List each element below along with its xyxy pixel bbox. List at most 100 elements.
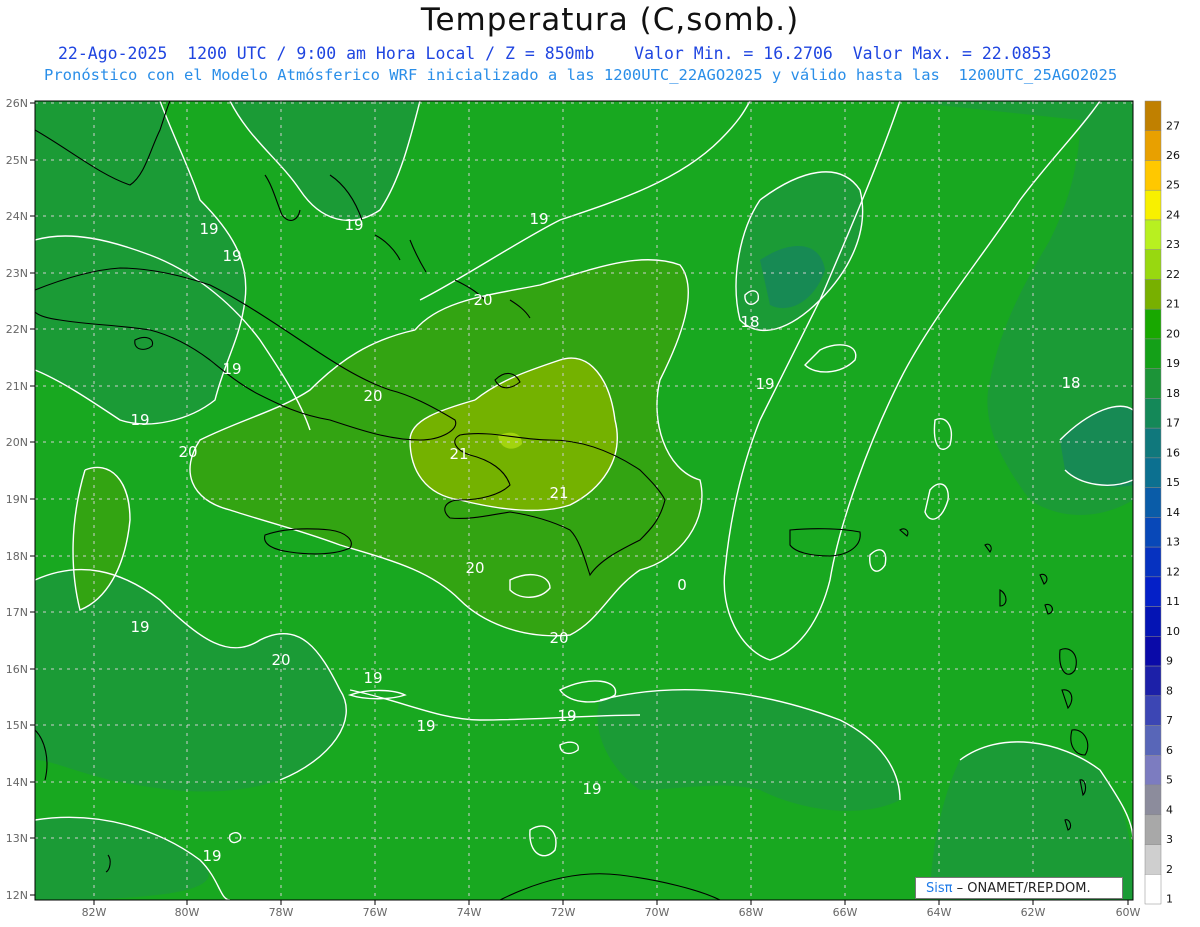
colorbar-label: 27 xyxy=(1166,119,1180,132)
colorbar-swatch xyxy=(1144,784,1162,816)
colorbar-swatch xyxy=(1144,576,1162,607)
lat-label: 25N xyxy=(6,154,28,167)
colorbar-label: 21 xyxy=(1166,298,1180,311)
svg-text:19: 19 xyxy=(222,247,241,265)
colorbar-swatch xyxy=(1144,160,1162,191)
colorbar-swatch xyxy=(1144,517,1162,548)
lat-label: 24N xyxy=(6,210,28,223)
svg-text:18: 18 xyxy=(1061,374,1080,392)
colorbar-label: 13 xyxy=(1166,536,1180,549)
svg-text:19: 19 xyxy=(582,780,601,798)
colorbar-swatch xyxy=(1144,874,1162,905)
svg-text:19: 19 xyxy=(529,210,548,228)
lon-label: 82W xyxy=(82,906,107,919)
lat-label: 17N xyxy=(6,606,28,619)
colorbar-label: 20 xyxy=(1166,327,1180,340)
colorbar-swatch xyxy=(1144,308,1162,340)
colorbar-swatch xyxy=(1144,398,1162,429)
colorbar-swatch xyxy=(1144,665,1162,697)
lat-label: 16N xyxy=(6,663,28,676)
svg-text:18: 18 xyxy=(740,313,759,331)
colorbar-swatch xyxy=(1144,487,1162,518)
lon-label: 76W xyxy=(363,906,388,919)
colorbar-swatch xyxy=(1144,606,1162,637)
lat-label: 20N xyxy=(6,436,28,449)
colorbar-swatch xyxy=(1144,546,1162,578)
lon-label: 72W xyxy=(551,906,576,919)
lon-label: 78W xyxy=(269,906,294,919)
colorbar-swatch xyxy=(1144,130,1162,161)
colorbar-label: 10 xyxy=(1166,625,1180,638)
colorbar-label: 1 xyxy=(1166,893,1173,906)
colorbar-label: 2 xyxy=(1166,863,1173,876)
colorbar-swatch xyxy=(1144,368,1162,399)
svg-text:20: 20 xyxy=(549,629,568,647)
colorbar-label: 14 xyxy=(1166,506,1180,519)
lon-label: 74W xyxy=(457,906,482,919)
lon-label: 62W xyxy=(1021,906,1046,919)
lon-label: 70W xyxy=(645,906,670,919)
colorbar-label: 18 xyxy=(1166,387,1180,400)
colorbar-swatch xyxy=(1144,427,1162,459)
colorbar-label: 9 xyxy=(1166,655,1173,668)
svg-text:19: 19 xyxy=(344,216,363,234)
lon-label: 68W xyxy=(739,906,764,919)
credit-box: Sisπ – ONAMET/REP.DOM. xyxy=(915,877,1123,899)
svg-text:19: 19 xyxy=(199,220,218,238)
svg-text:19: 19 xyxy=(222,360,241,378)
svg-text:21: 21 xyxy=(449,445,468,463)
colorbar: 2726252423222120191817161514131211109876… xyxy=(1144,100,1180,906)
colorbar-label: 6 xyxy=(1166,744,1173,757)
svg-text:19: 19 xyxy=(130,411,149,429)
svg-text:19: 19 xyxy=(755,375,774,393)
temperature-map: 19 19 19 19 19 20 18 20 19 18 19 19 20 2… xyxy=(6,97,1180,919)
lon-label: 66W xyxy=(833,906,858,919)
svg-text:19: 19 xyxy=(130,618,149,636)
lat-label: 26N xyxy=(6,97,28,110)
colorbar-swatch xyxy=(1144,249,1162,280)
colorbar-label: 4 xyxy=(1166,803,1173,816)
svg-text:19: 19 xyxy=(202,847,221,865)
latitude-labels: 26N 25N 24N 23N 22N 21N 20N 19N 18N 17N 16N 15N 14N 1… xyxy=(6,97,35,902)
colorbar-swatch xyxy=(1144,457,1162,488)
colorbar-label: 15 xyxy=(1166,476,1180,489)
colorbar-swatch xyxy=(1144,189,1162,221)
svg-text:21: 21 xyxy=(549,484,568,502)
longitude-labels: 82W 80W 78W 76W 74W 72W 70W 68W 66W 64W 62W 60W xyxy=(82,900,1141,919)
colorbar-label: 8 xyxy=(1166,684,1173,697)
colorbar-label: 3 xyxy=(1166,833,1173,846)
colorbar-label: 23 xyxy=(1166,238,1180,251)
colorbar-label: 19 xyxy=(1166,357,1180,370)
lat-label: 21N xyxy=(6,380,28,393)
colorbar-label: 24 xyxy=(1166,208,1180,221)
svg-text:0: 0 xyxy=(677,576,687,594)
lon-label: 80W xyxy=(175,906,200,919)
lat-label: 18N xyxy=(6,550,28,563)
colorbar-swatch xyxy=(1144,755,1162,786)
colorbar-label: 11 xyxy=(1166,595,1180,608)
svg-text:20: 20 xyxy=(465,559,484,577)
colorbar-label: 12 xyxy=(1166,565,1180,578)
lat-label: 15N xyxy=(6,719,28,732)
svg-text:20: 20 xyxy=(473,291,492,309)
colorbar-swatch xyxy=(1144,695,1162,726)
sispi-brand: Sisπ xyxy=(926,881,953,896)
lat-label: 12N xyxy=(6,889,28,902)
lat-label: 19N xyxy=(6,493,28,506)
colorbar-swatch xyxy=(1144,338,1162,369)
svg-text:20: 20 xyxy=(271,651,290,669)
colorbar-label: 25 xyxy=(1166,179,1180,192)
colorbar-swatch xyxy=(1144,844,1162,875)
colorbar-swatch xyxy=(1144,725,1162,756)
svg-text:19: 19 xyxy=(416,717,435,735)
credit-text: – ONAMET/REP.DOM. xyxy=(952,881,1091,896)
svg-text:20: 20 xyxy=(363,387,382,405)
colorbar-label: 16 xyxy=(1166,446,1180,459)
colorbar-label: 17 xyxy=(1166,417,1180,430)
svg-text:19: 19 xyxy=(557,707,576,725)
colorbar-swatch xyxy=(1144,279,1162,310)
colorbar-label: 22 xyxy=(1166,268,1180,281)
colorbar-swatch xyxy=(1144,636,1162,667)
colorbar-swatch xyxy=(1144,814,1162,845)
lat-label: 13N xyxy=(6,832,28,845)
